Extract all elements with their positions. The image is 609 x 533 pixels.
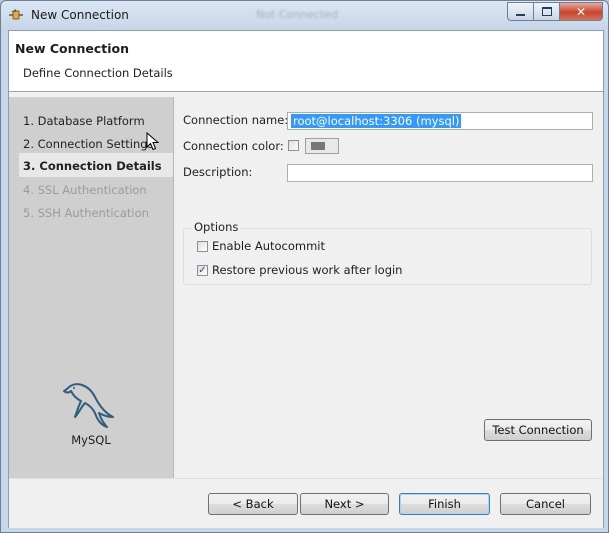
step-database-platform[interactable]: 1. Database Platform (23, 114, 145, 128)
restore-work-checkbox[interactable]: ✓ (197, 265, 208, 276)
test-connection-button[interactable]: Test Connection (484, 419, 592, 441)
close-button[interactable]: ✕ (559, 2, 603, 21)
options-group-label: Options (192, 220, 241, 234)
connection-color-label: Connection color: (183, 139, 284, 153)
description-label: Description: (183, 165, 253, 179)
back-button[interactable]: < Back (208, 493, 298, 515)
color-swatch-fill (311, 142, 325, 150)
connection-name-value: root@localhost:3306 (mysql) (291, 114, 462, 128)
connection-app-icon (9, 9, 23, 20)
header-title: New Connection (15, 41, 130, 56)
dialog-window: New Connection Not Connected ✕ New Conne… (0, 0, 609, 533)
title-bar[interactable]: New Connection Not Connected ✕ (1, 1, 608, 29)
connection-name-label: Connection name: (183, 113, 289, 127)
mouse-pointer-icon (146, 132, 160, 151)
enable-autocommit-checkbox[interactable] (197, 241, 208, 252)
enable-autocommit-label[interactable]: Enable Autocommit (212, 239, 325, 253)
connection-name-input[interactable]: root@localhost:3306 (mysql) (287, 112, 593, 130)
minimize-icon (516, 13, 525, 16)
dialog-client-area: New Connection Define Connection Details… (8, 30, 604, 528)
checkmark-icon: ✓ (198, 265, 207, 276)
step-ssh-authentication: 5. SSH Authentication (23, 206, 149, 220)
step-connection-details[interactable]: 3. Connection Details (23, 159, 162, 173)
platform-label: MySQL (71, 433, 111, 447)
caption-buttons: ✕ (507, 2, 603, 21)
window-title: New Connection (31, 8, 129, 22)
background-window-title: Not Connected (256, 8, 339, 21)
finish-button[interactable]: Finish (399, 493, 490, 515)
connection-details-form: Connection name: root@localhost:3306 (my… (174, 97, 603, 478)
connection-color-checkbox[interactable] (288, 140, 299, 151)
header-banner: New Connection Define Connection Details (9, 31, 603, 92)
wizard-footer: < Back Next > Finish Cancel (9, 478, 603, 528)
restore-work-label[interactable]: Restore previous work after login (212, 263, 402, 277)
connection-color-picker[interactable] (305, 138, 339, 154)
header-subtitle: Define Connection Details (23, 66, 173, 80)
dolphin-icon (63, 383, 114, 428)
close-icon: ✕ (575, 4, 587, 19)
step-ssl-authentication: 4. SSL Authentication (23, 183, 147, 197)
maximize-button[interactable] (533, 2, 559, 21)
minimize-button[interactable] (507, 2, 533, 21)
step-connection-settings[interactable]: 2. Connection Settings (23, 137, 154, 151)
maximize-icon (541, 7, 552, 16)
next-button[interactable]: Next > (300, 493, 389, 515)
wizard-steps-panel: 1. Database Platform 2. Connection Setti… (9, 97, 174, 478)
cancel-button[interactable]: Cancel (500, 493, 591, 515)
description-input[interactable] (287, 164, 593, 182)
